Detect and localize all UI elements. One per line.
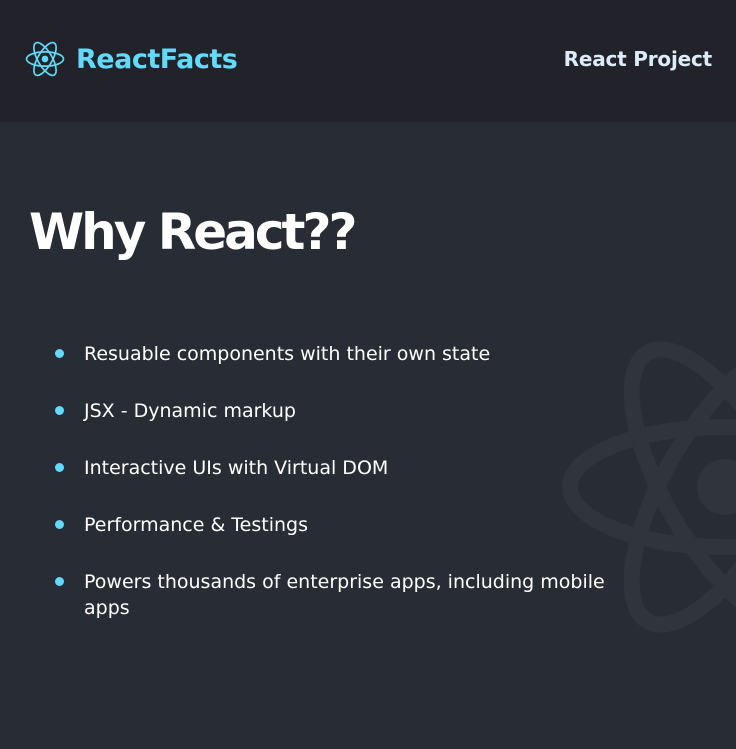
fact-text: Powers thousands of enterprise apps, inc… [84, 571, 605, 619]
brand[interactable]: ReactFacts [24, 38, 238, 80]
facts-list: Resuable components with their own state… [55, 341, 615, 652]
bullet-dot-icon [55, 406, 64, 415]
fact-text: Performance & Testings [84, 514, 308, 536]
fact-text: Interactive UIs with Virtual DOM [84, 457, 389, 479]
brand-name: ReactFacts [76, 43, 238, 75]
fact-item: Resuable components with their own state [55, 341, 615, 367]
bullet-dot-icon [55, 463, 64, 472]
navbar: ReactFacts React Project [0, 0, 736, 122]
fact-item: Interactive UIs with Virtual DOM [55, 455, 615, 481]
react-atom-icon [25, 41, 65, 77]
nav-project-label: React Project [563, 47, 713, 71]
fact-item: Performance & Testings [55, 512, 615, 538]
main-content: Why React?? Resuable components with the… [0, 122, 736, 749]
bullet-dot-icon [55, 520, 64, 529]
bullet-dot-icon [55, 349, 64, 358]
fact-item: JSX - Dynamic markup [55, 398, 615, 424]
page-title: Why React?? [29, 203, 357, 261]
fact-item: Powers thousands of enterprise apps, inc… [55, 569, 615, 621]
fact-text: JSX - Dynamic markup [84, 400, 296, 422]
fact-text: Resuable components with their own state [84, 343, 491, 365]
bullet-dot-icon [55, 577, 64, 586]
